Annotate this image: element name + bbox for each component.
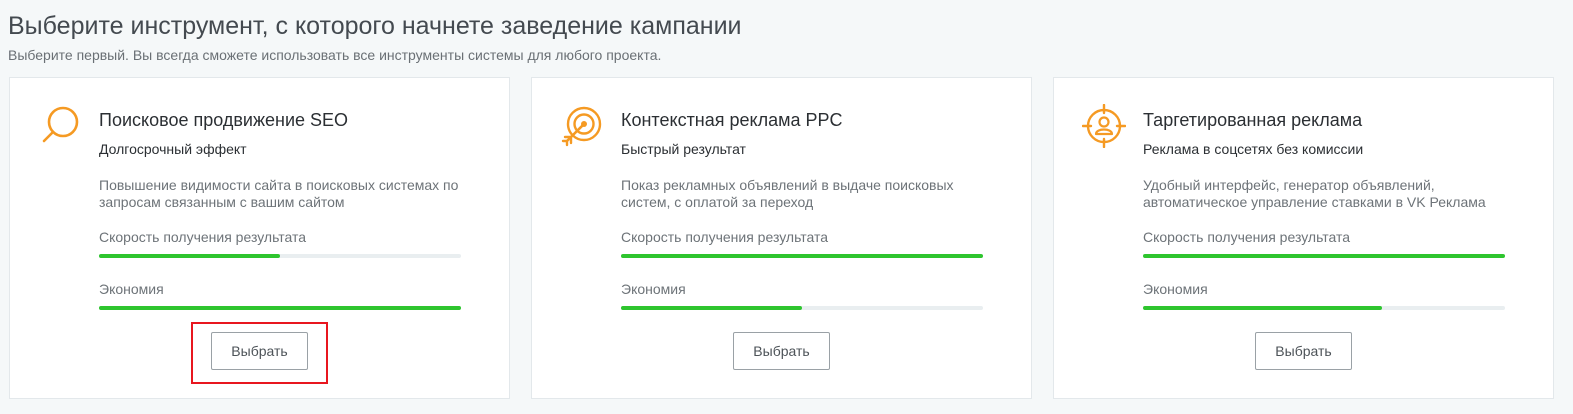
economy-progress-fill <box>1143 306 1382 310</box>
speed-progress-fill <box>1143 254 1505 258</box>
speed-progress-bar <box>1143 254 1505 258</box>
card-tagline: Быстрый результат <box>621 141 746 157</box>
economy-progress-bar <box>99 306 461 310</box>
economy-label: Экономия <box>621 281 686 297</box>
card-seo: Поисковое продвижение SEO Долгосрочный э… <box>9 77 510 399</box>
economy-progress-bar <box>1143 306 1505 310</box>
target-arrow-icon <box>560 104 604 148</box>
card-ppc: Контекстная реклама PPC Быстрый результа… <box>531 77 1032 399</box>
crosshair-user-icon <box>1082 104 1126 148</box>
economy-label: Экономия <box>1143 281 1208 297</box>
card-targeted: Таргетированная реклама Реклама в соцсет… <box>1053 77 1554 399</box>
card-tagline: Долгосрочный эффект <box>99 141 247 157</box>
card-title: Таргетированная реклама <box>1143 110 1363 130</box>
card-description: Удобный интерфейс, генератор объявлений,… <box>1143 177 1486 210</box>
tool-cards: Поисковое продвижение SEO Долгосрочный э… <box>9 77 1554 401</box>
search-icon <box>38 104 82 148</box>
economy-progress-bar <box>621 306 983 310</box>
card-title: Контекстная реклама PPC <box>621 110 843 130</box>
speed-progress-fill <box>621 254 983 258</box>
page-subtitle: Выберите первый. Вы всегда сможете испол… <box>8 47 662 63</box>
speed-progress-fill <box>99 254 280 258</box>
select-ppc-button[interactable]: Выбрать <box>733 332 830 370</box>
economy-progress-fill <box>621 306 802 310</box>
page-title: Выберите инструмент, с которого начнете … <box>8 12 742 40</box>
speed-label: Скорость получения результата <box>1143 229 1351 245</box>
economy-progress-fill <box>99 306 461 310</box>
select-seo-button[interactable]: Выбрать <box>211 332 308 370</box>
speed-label: Скорость получения результата <box>621 229 829 245</box>
card-tagline: Реклама в соцсетях без комиссии <box>1143 141 1364 157</box>
speed-progress-bar <box>99 254 461 258</box>
speed-progress-bar <box>621 254 983 258</box>
select-targeted-button[interactable]: Выбрать <box>1255 332 1352 370</box>
card-title: Поисковое продвижение SEO <box>99 110 349 130</box>
card-description: Повышение видимости сайта в поисковых си… <box>99 177 459 210</box>
speed-label: Скорость получения результата <box>99 229 307 245</box>
card-description: Показ рекламных объявлений в выдаче поис… <box>621 177 954 210</box>
economy-label: Экономия <box>99 281 164 297</box>
